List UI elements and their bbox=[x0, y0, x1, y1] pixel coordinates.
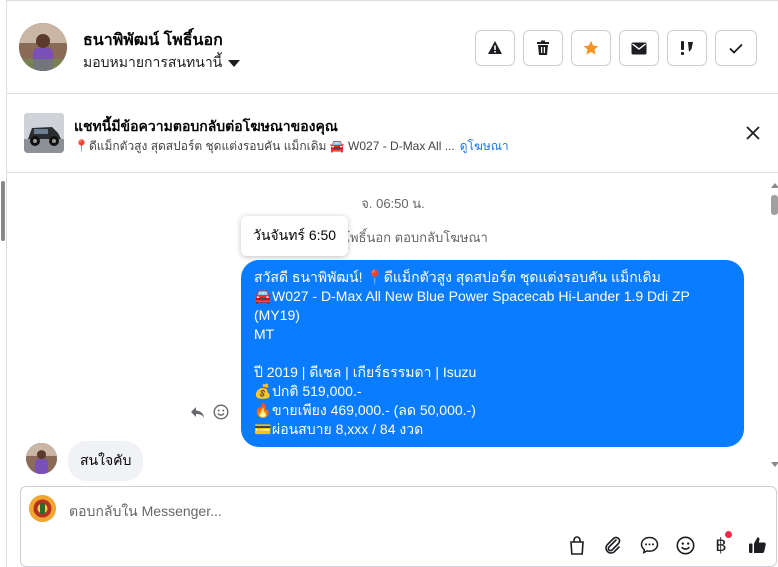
chat-window: ธนาพิพัฒน์ โพธิ์นอก มอบหมายการสนทนานี้ แ… bbox=[1, 0, 778, 567]
message-line: 💳ผ่อนสบาย 8,xxx / 84 งวด bbox=[254, 420, 731, 439]
contact-avatar[interactable] bbox=[19, 23, 67, 71]
ad-subtitle-text: 📍ดีแม็กตัวสูง สุดสปอร์ต ชุดแต่งรอบคัน แม… bbox=[74, 139, 455, 153]
message-line: ปี 2019 | ดีเซล | เกียร์ธรรมดา | Isuzu bbox=[254, 363, 731, 382]
message-actions bbox=[190, 404, 229, 420]
message-line-text: ปกติ 519,000.- bbox=[272, 383, 362, 399]
warning-icon bbox=[488, 41, 502, 54]
message-line: 🔥ขายเพียง 469,000.- (ลด 50,000.-) bbox=[254, 401, 731, 420]
like-button[interactable] bbox=[746, 534, 768, 556]
message-line-emoji: 🚘 bbox=[254, 288, 272, 304]
message-line: 💰ปกติ 519,000.- bbox=[254, 382, 731, 401]
ad-banner-subtitle: 📍ดีแม็กตัวสูง สุดสปอร์ต ชุดแต่งรอบคัน แม… bbox=[74, 137, 509, 156]
message-line-emoji: 💳 bbox=[254, 421, 272, 437]
incoming-message-bubble[interactable]: สนใจคับ bbox=[68, 441, 144, 481]
star-button[interactable] bbox=[571, 30, 611, 66]
scroll-down-arrow-icon[interactable] bbox=[771, 462, 778, 467]
outgoing-message-bubble[interactable]: สวัสดี ธนาพิพัฒน์! 📍ดีแม็กตัวสูง สุดสปอร… bbox=[241, 260, 744, 447]
thumbs-up-icon bbox=[748, 537, 766, 553]
delete-button[interactable] bbox=[523, 30, 563, 66]
message-line: สวัสดี ธนาพิพัฒน์! 📍ดีแม็กตัวสูง สุดสปอร… bbox=[254, 268, 731, 287]
left-scroll-indicator bbox=[1, 181, 5, 241]
message-line-text: MT bbox=[254, 326, 275, 342]
message-list[interactable]: จ. 06:50 น. โพธิ์นอก ตอบกลับโฆษณา วันจัน… bbox=[1, 173, 778, 481]
assign-conversation-dropdown[interactable]: มอบหมายการสนทนานี้ bbox=[83, 52, 241, 74]
close-icon bbox=[746, 126, 760, 140]
reply-input[interactable]: ตอบกลับใน Messenger... bbox=[69, 501, 222, 523]
react-smiley-icon[interactable] bbox=[213, 404, 229, 420]
message-line-text: ปี 2019 | ดีเซล | เกียร์ธรรมดา | Isuzu bbox=[254, 364, 477, 380]
chat-bubble-icon bbox=[640, 536, 658, 554]
checkmark-icon bbox=[729, 43, 743, 54]
ad-banner-title: แชทนี้มีข้อความตอบกลับต่อโฆษณาของคุณ bbox=[74, 118, 338, 134]
shopping-bag-icon bbox=[570, 535, 584, 555]
header-actions bbox=[475, 30, 757, 66]
replied-to-ad-note: โพธิ์นอก ตอบกลับโฆษณา bbox=[343, 230, 488, 245]
reply-composer[interactable]: ตอบกลับใน Messenger... ฿ bbox=[20, 486, 777, 567]
message-line-text: ขายเพียง 469,000.- (ลด 50,000.-) bbox=[272, 402, 476, 418]
notification-dot bbox=[725, 531, 732, 538]
saved-replies-button[interactable] bbox=[638, 534, 660, 556]
contact-avatar-small bbox=[26, 443, 57, 474]
payment-button[interactable]: ฿ bbox=[710, 531, 732, 556]
shop-button[interactable] bbox=[566, 534, 588, 556]
paperclip-icon bbox=[605, 536, 621, 554]
spam-button[interactable] bbox=[475, 30, 515, 66]
timestamp-tooltip: วันจันทร์ 6:50 bbox=[241, 216, 349, 256]
message-line: 🚘W027 - D-Max All New Blue Power Spaceca… bbox=[254, 287, 731, 325]
message-line bbox=[254, 344, 731, 363]
mark-done-button[interactable] bbox=[715, 30, 757, 66]
message-line-text: W027 - D-Max All New Blue Power Spacecab… bbox=[254, 288, 690, 323]
ad-reply-banner: แชทนี้มีข้อความตอบกลับต่อโฆษณาของคุณ 📍ดี… bbox=[7, 94, 778, 173]
star-icon bbox=[583, 40, 599, 55]
mark-unread-button[interactable] bbox=[619, 30, 659, 66]
message-line-emoji: 💰 bbox=[254, 383, 272, 399]
message-line-emoji: 🔥 bbox=[254, 402, 272, 418]
message-timestamp: จ. 06:50 น. bbox=[361, 196, 425, 211]
ad-thumbnail[interactable] bbox=[24, 113, 64, 153]
baht-icon: ฿ bbox=[715, 535, 727, 555]
scroll-up-arrow-icon[interactable] bbox=[771, 183, 778, 188]
contact-name: ธนาพิพัฒน์ โพธิ์นอก bbox=[83, 32, 223, 49]
emoji-button[interactable] bbox=[674, 534, 696, 556]
page-avatar bbox=[29, 495, 56, 522]
message-line-text: ผ่อนสบาย 8,xxx / 84 งวด bbox=[272, 421, 424, 437]
smiley-icon bbox=[676, 536, 694, 554]
message-list-scrollbar[interactable] bbox=[770, 177, 778, 473]
follow-up-button[interactable] bbox=[667, 30, 707, 66]
message-line: MT bbox=[254, 325, 731, 344]
assign-label: มอบหมายการสนทนานี้ bbox=[83, 54, 223, 70]
reply-icon[interactable] bbox=[190, 406, 205, 419]
composer-toolbar: ฿ bbox=[566, 531, 768, 556]
close-banner-button[interactable] bbox=[745, 125, 761, 141]
conversation-header: ธนาพิพัฒน์ โพธิ์นอก มอบหมายการสนทนานี้ bbox=[7, 1, 778, 94]
envelope-icon bbox=[631, 42, 647, 54]
message-line-text: สวัสดี ธนาพิพัฒน์! 📍ดีแม็กตัวสูง สุดสปอร… bbox=[254, 269, 661, 285]
view-ad-link[interactable]: ดูโฆษณา bbox=[460, 137, 509, 156]
attach-button[interactable] bbox=[602, 534, 624, 556]
follow-up-icon bbox=[681, 41, 693, 55]
caret-down-icon bbox=[228, 60, 241, 67]
trash-icon bbox=[537, 40, 549, 55]
